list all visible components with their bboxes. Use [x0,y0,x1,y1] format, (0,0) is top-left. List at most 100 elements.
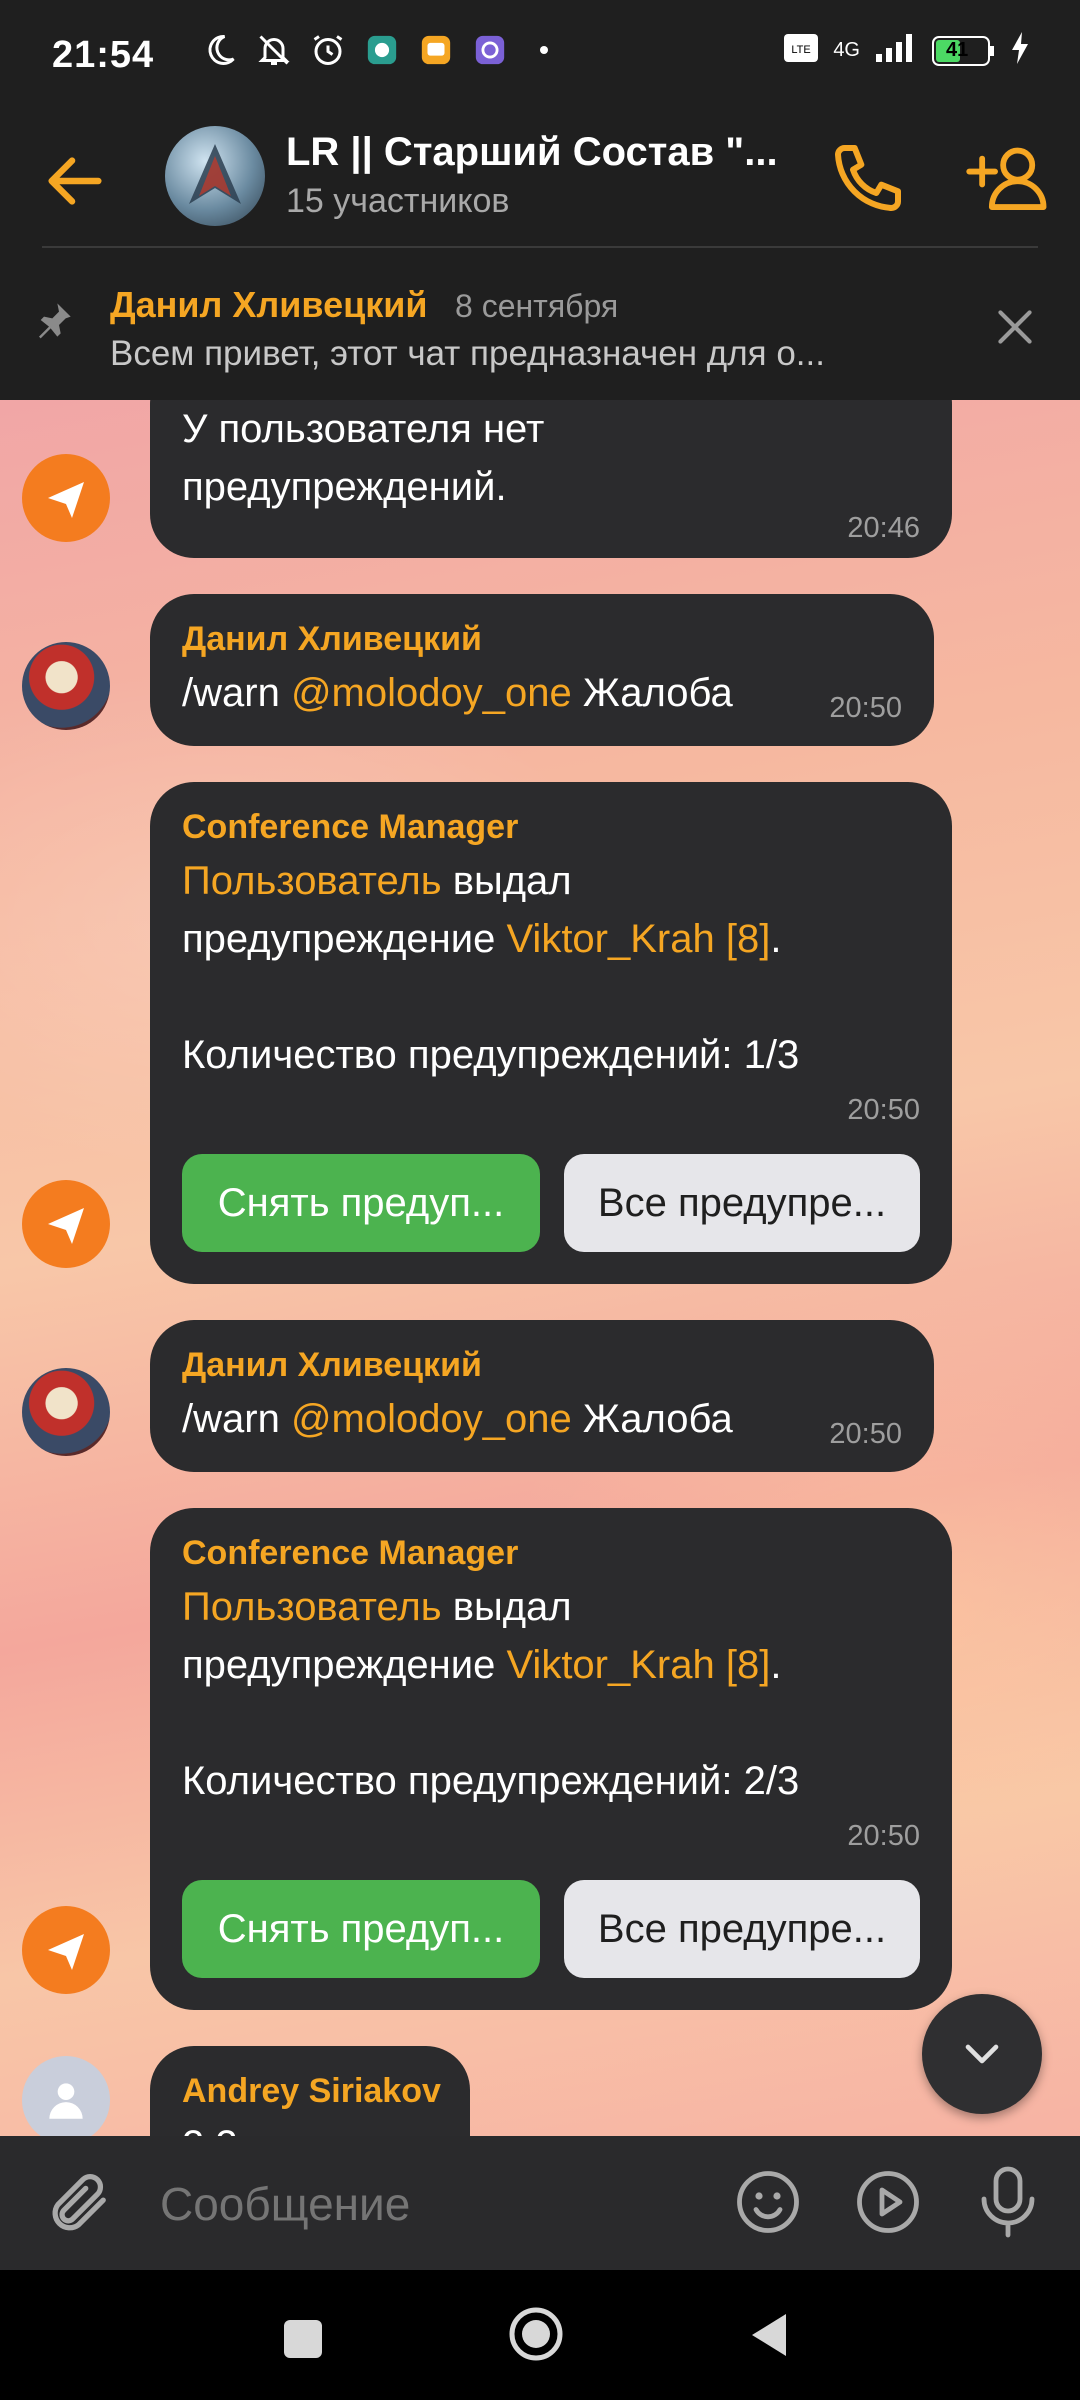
user-link[interactable]: Пользователь [182,1585,442,1629]
user-avatar[interactable] [22,642,110,730]
bot-avatar[interactable] [22,454,110,542]
all-warnings-button[interactable]: Все предупре... [564,1154,920,1252]
message-line: У пользователя нет [182,407,545,451]
chat-title[interactable]: LR || Старший Состав "... [286,130,778,175]
message-text: Пользователь выдал предупреждение Viktor… [182,852,799,1084]
message-time: 20:50 [829,692,902,724]
chat-header: LR || Старший Состав "... 15 участников [0,116,1080,246]
status-notification-icons [200,30,564,70]
message-word: Жалоба [582,1397,733,1441]
message-bubble[interactable]: У пользователя нет предупреждений. 20:46 [150,400,952,558]
message-text: /warn @molodoy_one Жалоба [182,664,733,722]
remove-warning-button[interactable]: Снять предуп... [182,1880,540,1978]
battery-icon: 41 [932,35,996,67]
home-icon[interactable] [506,2304,566,2364]
message-text: Пользователь выдал предупреждение Viktor… [182,1578,799,1810]
message-word: предупреждение [182,917,496,961]
command-text: /warn [182,671,280,715]
target-user-link[interactable]: Viktor_Krah [8] [506,1643,770,1687]
video-message-icon[interactable] [852,2166,924,2238]
message-time: 20:50 [847,1820,920,1852]
app-notification-icon [362,30,402,70]
message-text: У пользователя нет предупреждений. [182,400,544,516]
message-bubble[interactable]: Conference Manager Пользователь выдал пр… [150,1508,952,2010]
message-sender[interactable]: Andrey Siriakov [182,2072,441,2111]
message-punct: . [770,1643,782,1687]
message-bubble[interactable]: Andrey Siriakov 2 2 [150,2046,470,2136]
message-time: 20:50 [829,1418,902,1450]
scroll-to-bottom-button[interactable] [922,1994,1042,2114]
message-text: /warn @molodoy_one Жалоба [182,1390,733,1448]
message-line: предупреждений. [182,465,507,509]
chat-avatar[interactable] [165,126,265,226]
alarm-icon [308,30,348,70]
user-avatar-placeholder[interactable] [22,2056,110,2136]
message-bubble[interactable]: Conference Manager Пользователь выдал пр… [150,782,952,1284]
back-arrow-icon[interactable] [40,146,110,216]
svg-text:LTE: LTE [792,44,811,56]
warning-count: Количество предупреждений: 1/3 [182,1033,800,1077]
send-plane-icon [48,1934,84,1970]
message-time: 20:46 [847,512,920,544]
status-system-icons: LTE 4G 41 [783,32,1030,69]
send-plane-icon [48,482,84,518]
user-link[interactable]: Пользователь [182,859,442,903]
send-plane-icon [48,1208,84,1244]
emoji-icon[interactable] [732,2166,804,2238]
pinned-text: Всем привет, этот чат предназначен для о… [110,334,825,373]
bot-avatar[interactable] [22,1906,110,1994]
user-avatar[interactable] [22,1368,110,1456]
more-dot-icon [524,30,564,70]
status-bar: 21:54 LTE 4G 41 [0,0,1080,116]
signal-icon [874,32,918,69]
pinned-date: 8 сентября [455,288,619,324]
target-user-link[interactable]: Viktor_Krah [8] [506,917,770,961]
bot-avatar[interactable] [22,1180,110,1268]
message-bubble[interactable]: Данил Хливецкий /warn @molodoy_one Жалоб… [150,594,934,746]
warning-count: Количество предупреждений: 2/3 [182,1759,800,1803]
all-warnings-button[interactable]: Все предупре... [564,1880,920,1978]
microphone-icon[interactable] [972,2162,1044,2242]
command-text: /warn [182,1397,280,1441]
system-navigation-bar [0,2270,1080,2400]
close-icon[interactable] [990,302,1040,352]
add-participant-icon[interactable] [966,138,1050,218]
recent-apps-icon[interactable] [284,2320,322,2358]
person-icon [49,2083,83,2119]
message-punct: . [770,917,782,961]
status-time: 21:54 [52,34,155,76]
message-word: Жалоба [582,671,733,715]
charging-icon [1010,32,1030,69]
mention-link[interactable]: @molodoy_one [291,1397,572,1441]
battery-level: 41 [946,38,969,61]
message-bubble[interactable]: Данил Хливецкий /warn @molodoy_one Жалоб… [150,1320,934,1472]
pinned-author: Данил Хливецкий [110,284,428,325]
network-type-label: 4G [833,39,860,61]
attach-icon[interactable] [42,2166,112,2240]
chat-participants-count: 15 участников [286,182,510,220]
message-list[interactable]: У пользователя нет предупреждений. 20:46… [0,400,1080,2136]
pin-icon [34,300,74,340]
phone-call-icon[interactable] [828,138,908,218]
back-triangle-icon[interactable] [748,2310,788,2360]
chevron-down-icon [965,2044,999,2064]
messages-app-icon [416,30,456,70]
message-sender[interactable]: Conference Manager [182,808,518,847]
message-word: выдал [452,1585,572,1629]
message-input[interactable] [158,2176,682,2232]
message-sender[interactable]: Conference Manager [182,1534,518,1573]
message-sender[interactable]: Данил Хливецкий [182,620,482,659]
volte-icon: LTE [783,33,819,68]
pinned-message[interactable]: Данил Хливецкий 8 сентября Всем привет, … [0,248,1080,400]
message-composer [0,2136,1080,2270]
bell-off-icon [254,30,294,70]
viber-icon [470,30,510,70]
message-word: предупреждение [182,1643,496,1687]
remove-warning-button[interactable]: Снять предуп... [182,1154,540,1252]
message-word: выдал [452,859,572,903]
mention-link[interactable]: @molodoy_one [291,671,572,715]
message-text: 2 2 [182,2116,238,2136]
message-time: 20:50 [847,1094,920,1126]
moon-icon [200,30,240,70]
message-sender[interactable]: Данил Хливецкий [182,1346,482,1385]
